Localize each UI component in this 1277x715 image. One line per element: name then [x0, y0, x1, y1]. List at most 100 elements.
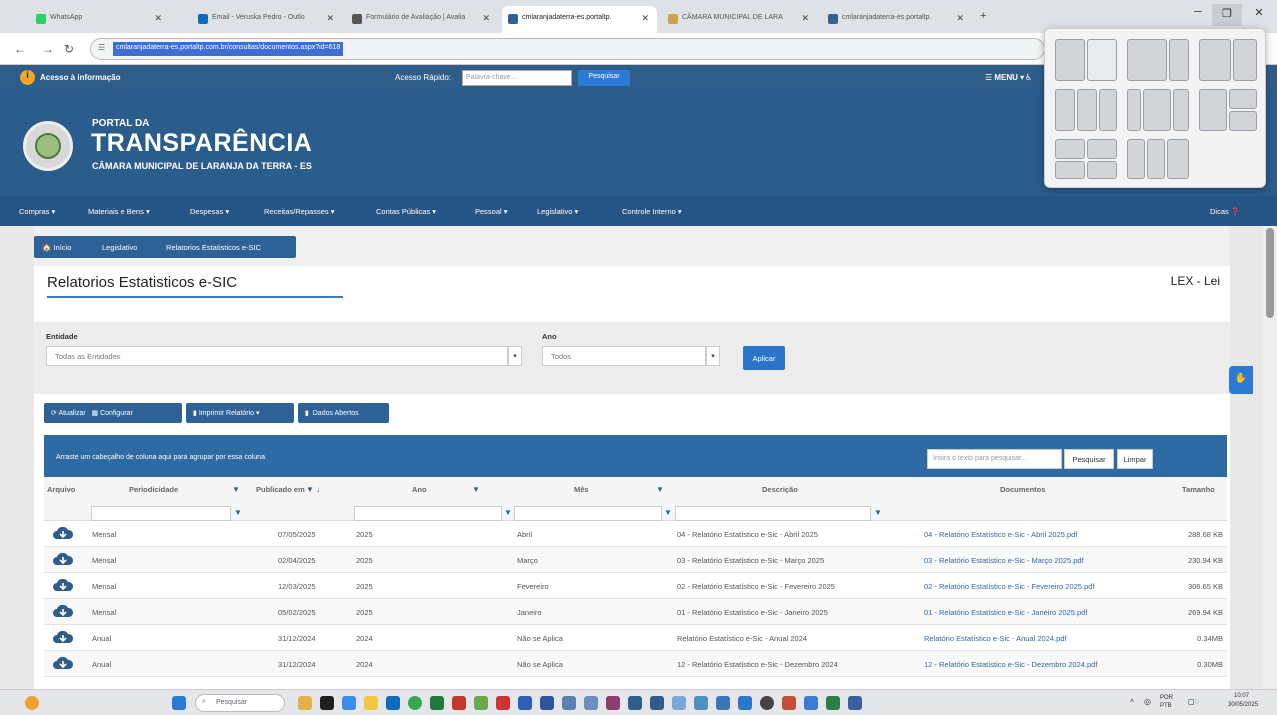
cloud-download-icon[interactable] [52, 551, 74, 567]
breadcrumb-legislativo[interactable]: Legislativo [102, 243, 137, 252]
snap-layout-small-right[interactable] [1169, 39, 1189, 81]
menu-controle[interactable]: Controle Interno ▾ [622, 207, 682, 216]
snap-layout-third-3[interactable] [1099, 89, 1117, 131]
accessibility-icon[interactable]: ♿ [1025, 73, 1032, 82]
menu-button[interactable]: ☰ MENU ▾ [985, 73, 1024, 82]
snap-layout-quad-left[interactable] [1199, 89, 1227, 131]
filter-icon[interactable]: ▼ [472, 485, 480, 494]
forward-icon[interactable]: → [42, 42, 54, 56]
close-icon[interactable]: ✕ [482, 13, 490, 24]
snap-layout-quad-top[interactable] [1229, 89, 1257, 109]
snap-layout-grid-3[interactable] [1055, 161, 1085, 179]
app-icon[interactable] [562, 696, 576, 710]
print-report-button[interactable]: ▮ Imprimir Relatório ▾ [186, 403, 294, 423]
filter-icon[interactable]: ▼ [656, 485, 664, 494]
cell-documento-link[interactable]: 04 - Relatório Estatístico e-Sic - Abril… [924, 530, 1144, 539]
app-icon[interactable] [628, 696, 642, 710]
cloud-download-icon[interactable] [52, 655, 74, 671]
tab-portal-active[interactable]: cmlaranjadaterra-es.portaltp. ✕ [502, 6, 657, 33]
widgets-icon[interactable] [25, 696, 39, 710]
snap-layout-left[interactable] [1199, 39, 1231, 81]
col-publicado[interactable]: Publicado em [256, 485, 305, 494]
back-icon[interactable]: ← [14, 42, 26, 56]
chevron-up-icon[interactable]: ^ [1130, 698, 1134, 707]
col-descricao[interactable]: Descrição [762, 485, 798, 494]
dicas-link[interactable]: Dicas ❓ [1210, 207, 1240, 216]
close-window-icon[interactable]: ✕ [1244, 6, 1274, 19]
close-icon[interactable]: ✕ [956, 13, 964, 24]
app-icon[interactable] [474, 696, 488, 710]
filter-mes-input[interactable] [514, 506, 662, 521]
quick-search-input[interactable]: Palavra-chave... [462, 70, 572, 86]
taskview-icon[interactable] [320, 696, 334, 710]
snap-layout-col-1[interactable] [1127, 89, 1141, 131]
cell-documento-link[interactable]: 01 - Relatório Estatístico e-Sic - Janei… [924, 608, 1144, 617]
accessibility-widget-icon[interactable]: ✋ [1229, 366, 1253, 394]
app-icon[interactable] [716, 696, 730, 710]
app-icon[interactable] [584, 696, 598, 710]
app-icon[interactable] [496, 696, 510, 710]
snap-layout-quarter-2[interactable] [1147, 139, 1165, 179]
snap-layout-right[interactable] [1233, 39, 1257, 81]
chevron-down-icon[interactable]: ▾ [706, 346, 720, 366]
outlook-icon[interactable] [386, 696, 400, 710]
cell-documento-link[interactable]: 02 - Relatório Estatístico e-Sic - Fever… [924, 582, 1144, 591]
reload-icon[interactable]: ↻ [64, 42, 74, 56]
apply-button[interactable]: Aplicar [743, 346, 785, 370]
snap-layout-grid-1[interactable] [1055, 139, 1085, 159]
explorer-icon[interactable] [364, 696, 378, 710]
tab-outlook[interactable]: Email - Veruska Pedro - Outlo ✕ [192, 6, 342, 33]
close-icon[interactable]: ✕ [326, 13, 334, 24]
start-icon[interactable] [172, 696, 186, 710]
col-mes[interactable]: Mês [574, 485, 589, 494]
col-documentos[interactable]: Documentos [1000, 485, 1045, 494]
app-icon[interactable] [694, 696, 708, 710]
tab-whatsapp[interactable]: WhatsApp ✕ [30, 6, 170, 33]
menu-receitas[interactable]: Receitas/Repasses ▾ [264, 207, 334, 216]
menu-contas[interactable]: Contas Públicas ▾ [376, 207, 436, 216]
close-icon[interactable]: ✕ [641, 13, 649, 24]
filter-ano-input[interactable] [354, 506, 502, 521]
close-icon[interactable]: ✕ [154, 13, 162, 24]
snap-layout-grid-4[interactable] [1087, 161, 1117, 179]
filter-icon[interactable]: ▼ [234, 508, 242, 517]
snap-layout-half-right[interactable] [1087, 39, 1117, 81]
tab-portal-2[interactable]: cmlaranjadaterra-es.portaltp. ✕ [822, 6, 972, 33]
network-icon[interactable]: ◎ [1144, 697, 1151, 706]
grid-clear-button[interactable]: Limpar [1117, 449, 1153, 469]
language-indicator[interactable]: POR PTB [1160, 694, 1184, 710]
refresh-button[interactable]: ⟳ Atualizar [51, 410, 86, 417]
snap-layout-large-left[interactable] [1127, 39, 1167, 81]
minimize-icon[interactable]: ─ [1183, 6, 1213, 18]
app-icon[interactable] [804, 696, 818, 710]
lex-link[interactable]: LEX - Lei [1171, 274, 1220, 288]
weather-icon[interactable] [298, 696, 312, 710]
scrollbar-thumb[interactable] [1266, 228, 1274, 318]
snap-layout-half-left[interactable] [1055, 39, 1085, 81]
app-icon[interactable] [738, 696, 752, 710]
filter-descricao-input[interactable] [675, 506, 871, 521]
snap-layout-quarter-3[interactable] [1167, 139, 1189, 179]
app-icon[interactable] [782, 696, 796, 710]
filter-icon[interactable]: ▼ [232, 485, 240, 494]
cloud-download-icon[interactable] [52, 603, 74, 619]
url-field[interactable]: ☰ cmlaranjadaterra-es.portaltp.com.br/co… [90, 38, 1045, 60]
tab-camara[interactable]: CÂMARA MUNICIPAL DE LARA ✕ [662, 6, 817, 33]
chevron-down-icon[interactable]: ▾ [508, 346, 522, 366]
col-arquivo[interactable]: Arquivo [47, 485, 75, 494]
info-icon[interactable]: i [20, 70, 35, 85]
excel-icon[interactable] [430, 696, 444, 710]
filter-icon[interactable]: ▼ [504, 508, 512, 517]
menu-materiais[interactable]: Materiais e Bens ▾ [88, 207, 150, 216]
snap-layout-grid-2[interactable] [1087, 139, 1117, 159]
taskbar-search[interactable]: ⌕ Pesquisar [195, 694, 285, 712]
edge-icon[interactable] [518, 696, 532, 710]
snap-layout-col-3[interactable] [1173, 89, 1189, 131]
tab-forms[interactable]: Formulário de Avaliação | Avalia ✕ [346, 6, 498, 33]
filter-icon[interactable]: ▼ [664, 508, 672, 517]
menu-despesas[interactable]: Despesas ▾ [190, 207, 229, 216]
municipal-seal-logo[interactable] [23, 121, 73, 171]
cloud-download-icon[interactable] [52, 629, 74, 645]
snap-layout-quad-bottom[interactable] [1229, 111, 1257, 131]
quick-search-button[interactable]: Pesquisar [578, 70, 630, 86]
